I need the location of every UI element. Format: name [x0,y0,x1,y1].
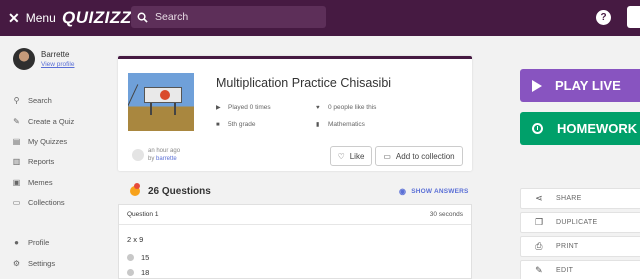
add-collection-label: Add to collection [395,151,455,161]
quiz-card: Multiplication Practice Chisasibi ▶ Play… [118,56,472,171]
quizzes-icon: ▤ [12,137,21,146]
by-prefix: by [148,156,155,162]
subject-text: Mathematics [328,121,365,128]
sidebar-item-collections[interactable]: ▭ Collections [12,198,65,207]
print-button[interactable]: ⎙ PRINT [520,236,640,257]
option-text: 15 [141,253,150,262]
user-name: Barrette [41,50,70,59]
play-live-label: PLAY LIVE [555,78,621,93]
subject: ▮ Mathematics [316,121,365,128]
memes-icon: ▣ [12,178,21,187]
like-count: ♥ 0 people like this [316,104,376,111]
sidebar-item-search[interactable]: ⚲ Search [12,96,52,105]
questions-icon-badge [134,183,140,189]
sidebar-item-create-quiz[interactable]: ✎ Create a Quiz [12,117,74,126]
sidebar-item-label: Profile [28,238,50,247]
question-text: 2 x 9 [127,235,144,244]
search-box[interactable] [131,6,326,28]
share-icon: ⋖ [535,193,543,203]
heart-icon: ♥ [316,104,320,111]
person-icon: ● [14,238,19,247]
homework-button[interactable]: HOMEWORK [520,112,640,145]
heart-outline-icon: ♡ [337,151,345,161]
close-icon: ✕ [8,10,20,26]
reports-icon: ▥ [12,157,21,166]
sidebar-item-label: Settings [28,259,56,268]
play-icon [532,79,542,92]
like-label: Like [349,151,365,161]
add-to-collection-button[interactable]: ▭ Add to collection [375,146,463,166]
print-icon: ⎙ [535,241,543,251]
sidebar-item-memes[interactable]: ▣ Memes [12,178,53,187]
duplicate-label: DUPLICATE [556,219,598,226]
bookmark-icon: ▮ [316,122,320,128]
show-answers-label: SHOW ANSWERS [411,188,469,195]
question-time: 30 seconds [429,211,463,218]
sidebar-item-my-quizzes[interactable]: ▤ My Quizzes [12,137,67,146]
play-live-button[interactable]: PLAY LIVE [520,69,640,102]
top-bar: ✕ Menu QUIZIZZ ? [0,0,640,36]
duplicate-icon: ❐ [535,217,544,227]
sidebar-item-label: My Quizzes [28,137,68,146]
likes-text: 0 people like this [328,104,377,111]
grade-text: 5th grade [228,121,256,128]
question-panel: Question 1 30 seconds 2 x 9 15 18 [118,204,472,279]
answer-option: 18 [127,268,149,277]
create-icon: ✎ [13,117,20,126]
homework-label: HOMEWORK [557,121,638,136]
sidebar: Barrette View profile ⚲ Search ✎ Create … [0,36,96,279]
option-dot-icon [127,269,134,276]
played-text: Played 0 times [228,104,271,111]
eye-icon: ◉ [399,187,407,196]
sidebar-item-label: Search [28,96,52,105]
quiz-title: Multiplication Practice Chisasibi [216,76,392,90]
quizizz-logo[interactable]: QUIZIZZ [62,8,132,28]
created-time: an hour ago [148,148,181,154]
answer-option: 15 [127,253,149,262]
edit-label: EDIT [556,267,574,274]
search-input[interactable] [155,11,315,23]
author-avatar [132,149,144,161]
sidebar-item-label: Create a Quiz [28,117,75,126]
question-count: 26 Questions [148,186,211,197]
sidebar-item-reports[interactable]: ▥ Reports [12,157,55,166]
grade-icon: ■ [216,121,220,128]
search-icon: ⚲ [13,96,20,105]
grade: ■ 5th grade [216,121,255,128]
sidebar-item-label: Collections [28,198,65,207]
pencil-icon: ✎ [535,265,543,275]
menu-button[interactable]: ✕ Menu [8,10,56,26]
sidebar-item-label: Memes [28,178,53,187]
option-dot-icon [127,254,134,261]
duplicate-button[interactable]: ❐ DUPLICATE [520,212,640,233]
sidebar-item-profile[interactable]: ● Profile [12,238,49,247]
gear-icon: ⚙ [12,259,21,268]
account-button[interactable] [627,6,640,28]
help-button[interactable]: ? [596,10,611,25]
played-count: ▶ Played 0 times [216,104,271,111]
author-link[interactable]: barrette [156,156,177,162]
clock-icon [532,123,543,134]
option-text: 18 [141,268,150,277]
view-profile-link[interactable]: View profile [41,61,74,68]
like-button[interactable]: ♡ Like [330,146,372,166]
question-number: Question 1 [127,211,159,218]
sidebar-item-settings[interactable]: ⚙ Settings [12,259,55,268]
avatar[interactable] [13,48,35,70]
divider [119,224,471,225]
quiz-thumbnail [128,73,194,131]
share-label: SHARE [556,195,582,202]
print-label: PRINT [556,243,579,250]
menu-label: Menu [25,11,56,25]
folder-icon: ▭ [383,151,391,161]
play-icon: ▶ [216,105,221,111]
author-line: by barrette [148,156,177,162]
folder-icon: ▭ [12,198,21,207]
sidebar-item-label: Reports [28,157,55,166]
share-button[interactable]: ⋖ SHARE [520,188,640,209]
show-answers-button[interactable]: ◉ SHOW ANSWERS [399,187,469,196]
edit-button[interactable]: ✎ EDIT [520,260,640,279]
search-icon [137,12,148,23]
